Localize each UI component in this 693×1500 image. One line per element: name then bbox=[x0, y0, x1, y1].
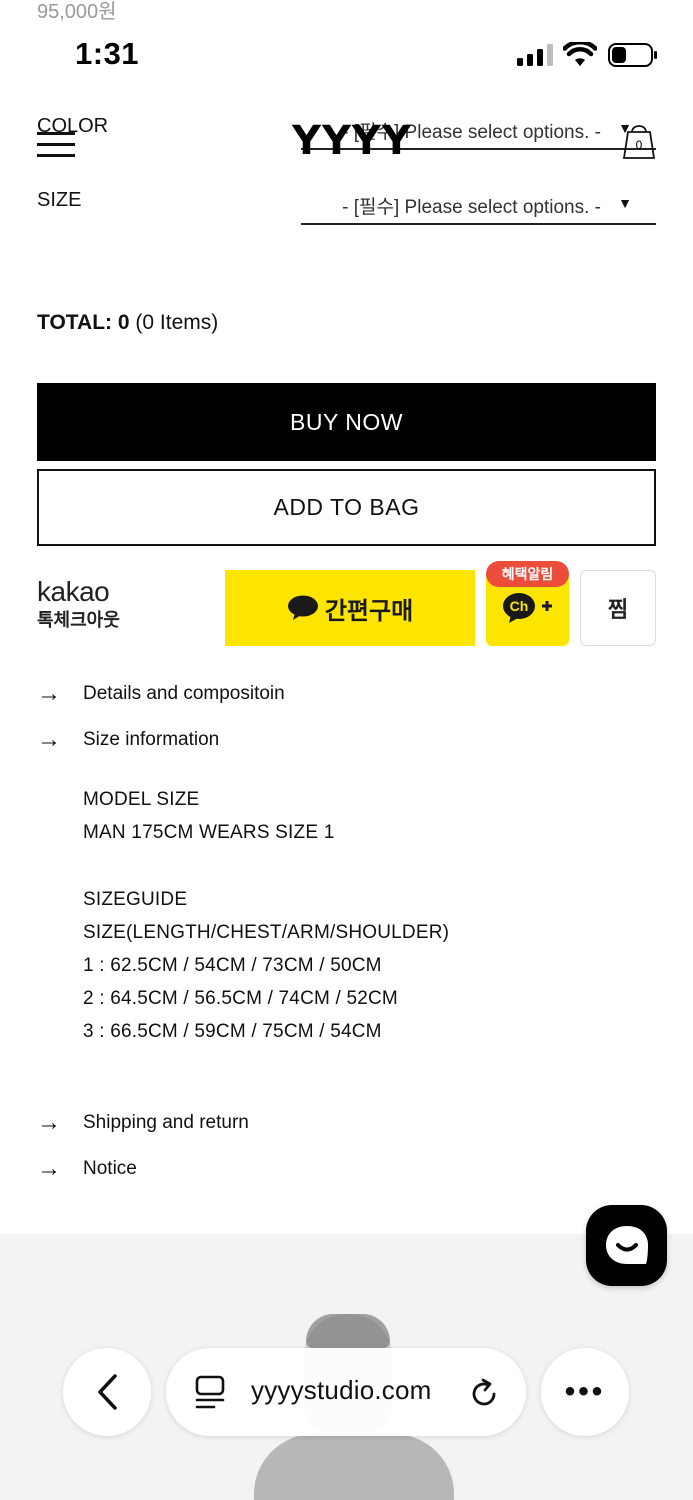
size-guide-row: 3 : 66.5CM / 59CM / 75CM / 54CM bbox=[83, 1021, 382, 1042]
browser-toolbar: yyyystudio.com ••• bbox=[0, 1340, 693, 1450]
arrow-right-icon: → bbox=[37, 726, 61, 753]
page-menu-icon bbox=[195, 1375, 225, 1409]
model-size-desc: MAN 175CM WEARS SIZE 1 bbox=[83, 822, 335, 843]
status-bar: 1:31 bbox=[0, 30, 693, 80]
add-to-bag-button[interactable]: ADD TO BAG bbox=[37, 469, 656, 546]
status-time: 1:31 bbox=[75, 36, 140, 71]
accordion-shipping-label: Shipping and return bbox=[83, 1112, 249, 1133]
size-guide: SIZEGUIDE SIZE(LENGTH/CHEST/ARM/SHOULDER… bbox=[83, 883, 449, 1048]
reload-icon[interactable] bbox=[468, 1378, 500, 1410]
accordion-details-label: Details and compositoin bbox=[83, 683, 285, 704]
chat-bubble-icon bbox=[287, 595, 318, 620]
accordion-notice-label: Notice bbox=[83, 1158, 137, 1179]
accordion-size-information[interactable]: → Size information bbox=[37, 726, 220, 753]
kakao-brand-text: kakao bbox=[37, 576, 110, 607]
battery-icon bbox=[608, 43, 657, 67]
address-bar[interactable]: yyyystudio.com bbox=[166, 1348, 526, 1436]
size-select[interactable]: - [필수] Please select options. - ▼ bbox=[301, 185, 656, 225]
accordion-size-label: Size information bbox=[83, 729, 220, 750]
accordion-shipping-return[interactable]: → Shipping and return bbox=[37, 1109, 249, 1136]
size-guide-header: SIZE(LENGTH/CHEST/ARM/SHOULDER) bbox=[83, 922, 450, 943]
bag-count-badge: 0 bbox=[635, 138, 643, 152]
color-label: COLOR bbox=[37, 115, 109, 137]
total-amount: 0 bbox=[117, 311, 130, 334]
total-summary: TOTAL: 0 (0 Items) bbox=[37, 311, 218, 335]
kakao-quick-buy-label: 간편구매 bbox=[324, 597, 414, 625]
shopping-bag-icon[interactable]: 0 bbox=[620, 118, 658, 160]
benefit-alert-badge: 혜택알림 bbox=[486, 561, 569, 587]
url-text: yyyystudio.com bbox=[251, 1375, 432, 1405]
arrow-right-icon: → bbox=[37, 680, 61, 707]
accordion-notice[interactable]: → Notice bbox=[37, 1155, 137, 1182]
kakao-quick-buy-button[interactable]: 간편구매 bbox=[225, 570, 475, 646]
model-size-info: MODEL SIZE MAN 175CM WEARS SIZE 1 bbox=[83, 783, 334, 849]
size-label: SIZE bbox=[37, 189, 82, 211]
channel-label: Ch bbox=[509, 598, 528, 614]
size-select-value: - [필수] Please select options. - bbox=[342, 197, 601, 218]
wishlist-button[interactable]: 찜 bbox=[580, 570, 656, 646]
more-options-button[interactable]: ••• bbox=[541, 1348, 629, 1436]
arrow-right-icon: → bbox=[37, 1109, 61, 1136]
accordion-details[interactable]: → Details and compositoin bbox=[37, 680, 285, 707]
channel-add-icon: Ch bbox=[502, 593, 552, 623]
brand-logo[interactable]: YYYY bbox=[292, 118, 412, 164]
size-guide-row: 2 : 64.5CM / 56.5CM / 74CM / 52CM bbox=[83, 988, 398, 1009]
kakao-checkout-logo: kakao 톡체크아웃 bbox=[37, 576, 120, 632]
arrow-right-icon: → bbox=[37, 1155, 61, 1182]
kakao-checkout-text: 톡체크아웃 bbox=[37, 610, 120, 630]
chevron-left-icon bbox=[98, 1374, 117, 1410]
cellular-signal-icon bbox=[517, 44, 553, 66]
chat-smile-icon bbox=[605, 1225, 648, 1264]
buy-now-button[interactable]: BUY NOW bbox=[37, 383, 656, 461]
total-items: (0 Items) bbox=[135, 311, 219, 334]
chevron-down-icon: ▼ bbox=[618, 195, 632, 211]
wifi-icon bbox=[563, 42, 597, 66]
chat-support-button[interactable] bbox=[586, 1205, 667, 1286]
model-size-title: MODEL SIZE bbox=[83, 789, 200, 810]
total-label: TOTAL: bbox=[37, 311, 113, 334]
back-button[interactable] bbox=[63, 1348, 151, 1436]
price-text: 95,000원 bbox=[37, 1, 117, 23]
size-guide-row: 1 : 62.5CM / 54CM / 73CM / 50CM bbox=[83, 955, 382, 976]
size-guide-title: SIZEGUIDE bbox=[83, 889, 188, 910]
